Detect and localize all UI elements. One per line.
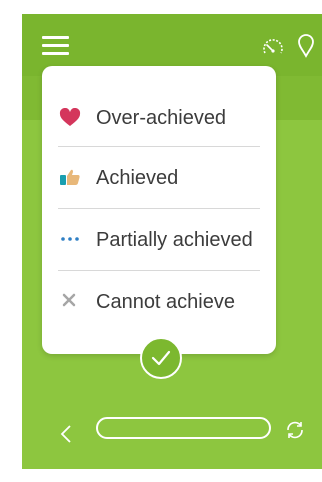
heart-icon: [59, 108, 81, 126]
divider: [58, 270, 260, 271]
option-over-achieved[interactable]: Over-achieved: [42, 90, 276, 148]
option-label: Achieved: [96, 167, 179, 189]
option-label: Over-achieved: [96, 107, 227, 129]
divider: [58, 208, 260, 209]
refresh-icon[interactable]: [284, 419, 306, 441]
option-partially-achieved[interactable]: Partially achieved: [42, 212, 276, 270]
slider-track[interactable]: [96, 417, 271, 439]
divider: [58, 146, 260, 147]
x-icon: [62, 293, 76, 307]
option-achieved[interactable]: Achieved: [42, 150, 276, 208]
option-cannot-achieve[interactable]: Cannot achieve: [42, 274, 276, 332]
location-pin-icon[interactable]: [297, 34, 315, 58]
speedometer-icon[interactable]: [262, 36, 284, 58]
achievement-popup: Over-achieved Achieved Partially achieve…: [42, 66, 276, 354]
dots-icon: [61, 237, 79, 241]
checkmark-icon: [151, 350, 171, 366]
option-label: Partially achieved: [96, 229, 253, 251]
hamburger-menu-icon[interactable]: [42, 36, 69, 56]
option-label: Cannot achieve: [96, 291, 235, 313]
chevron-left-icon[interactable]: [59, 424, 73, 444]
thumbs-up-icon: [60, 169, 80, 185]
confirm-button[interactable]: [140, 337, 182, 379]
